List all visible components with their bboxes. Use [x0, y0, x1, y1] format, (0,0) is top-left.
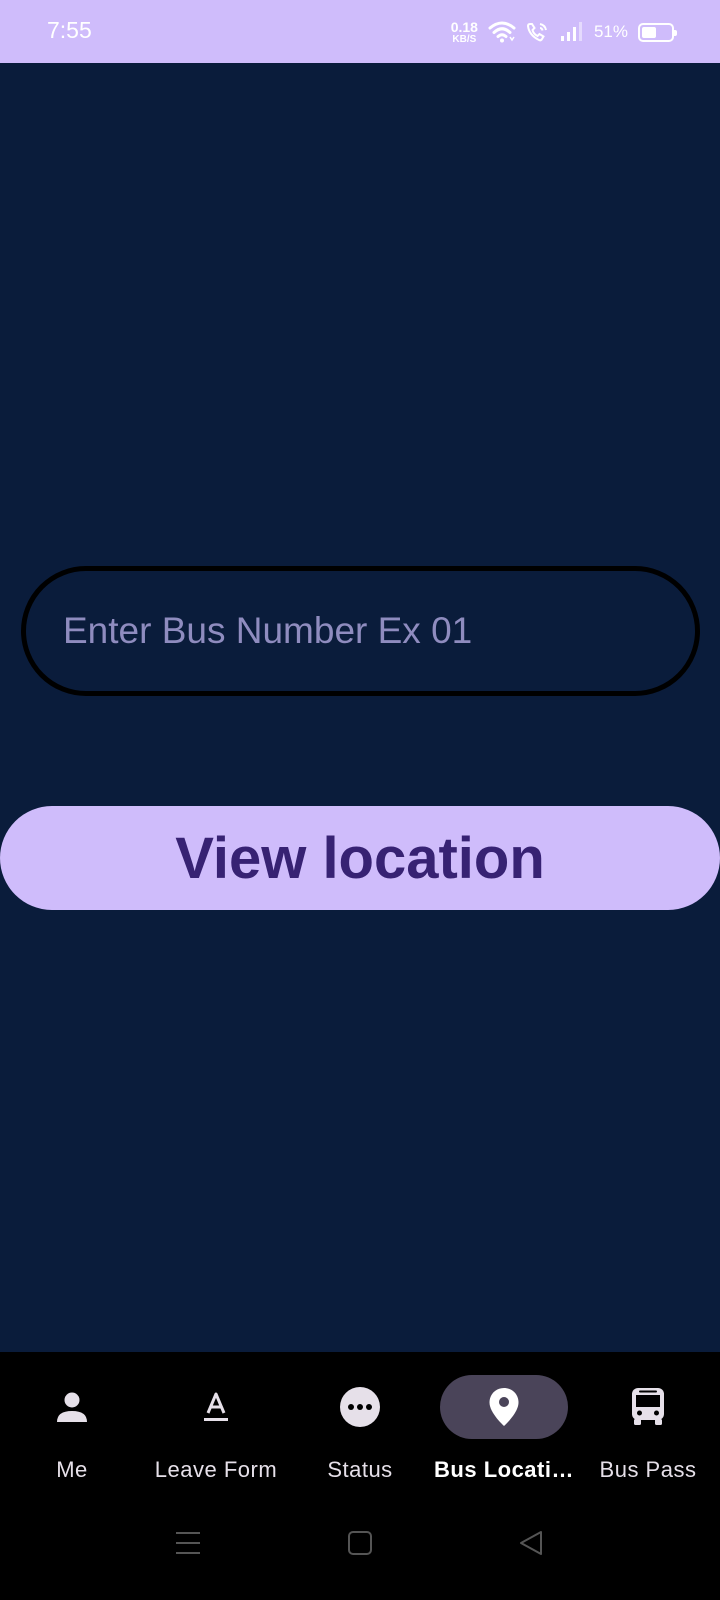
person-icon	[57, 1392, 87, 1422]
bus-number-input[interactable]	[21, 566, 700, 696]
status-icons: 0.18 KB/S 51%	[451, 17, 677, 47]
network-speed-value: 0.18	[450, 18, 478, 35]
nav-label: Bus Locati…	[434, 1457, 574, 1482]
nav-item-me[interactable]: Me	[0, 1352, 144, 1500]
signal-icon	[560, 22, 582, 41]
bus-icon	[632, 1388, 664, 1425]
nav-icon-container	[440, 1375, 568, 1439]
status-bar: 7:55 0.18 KB/S 51%	[0, 0, 720, 63]
nav-label: Leave Form	[154, 1457, 278, 1482]
home-square-icon[interactable]	[347, 1530, 373, 1556]
wifi-icon	[488, 21, 516, 43]
nav-label: Me	[56, 1457, 88, 1482]
battery-icon	[638, 22, 677, 42]
menu-icon[interactable]	[175, 1530, 201, 1556]
nav-item-status[interactable]: Status	[288, 1352, 432, 1500]
wifi-calling-icon	[526, 23, 547, 42]
nav-icon-container	[152, 1375, 280, 1439]
bottom-navigation: Me Leave Form Status Bus Locati… Bus Pas…	[0, 1352, 720, 1500]
nav-item-bus-location[interactable]: Bus Locati…	[432, 1352, 576, 1500]
nav-item-bus-pass[interactable]: Bus Pass	[576, 1352, 720, 1500]
system-navigation-bar	[0, 1500, 720, 1600]
network-speed: 0.18 KB/S	[451, 20, 478, 45]
nav-icon-container	[584, 1375, 712, 1439]
location-pin-icon	[489, 1388, 519, 1426]
nav-label: Status	[327, 1457, 393, 1482]
nav-label: Bus Pass	[599, 1457, 697, 1482]
more-horiz-circle-icon	[340, 1387, 380, 1427]
battery-percent: 51%	[593, 22, 628, 41]
network-speed-unit: KB/S	[452, 33, 477, 45]
nav-item-leave-form[interactable]: Leave Form	[144, 1352, 288, 1500]
nav-icon-container	[296, 1375, 424, 1439]
text-format-icon	[204, 1392, 228, 1421]
nav-icon-container	[8, 1375, 136, 1439]
status-time: 7:55	[47, 17, 92, 43]
back-triangle-icon[interactable]	[518, 1530, 544, 1556]
view-location-button[interactable]: View location	[0, 806, 720, 910]
battery-level	[642, 26, 656, 38]
